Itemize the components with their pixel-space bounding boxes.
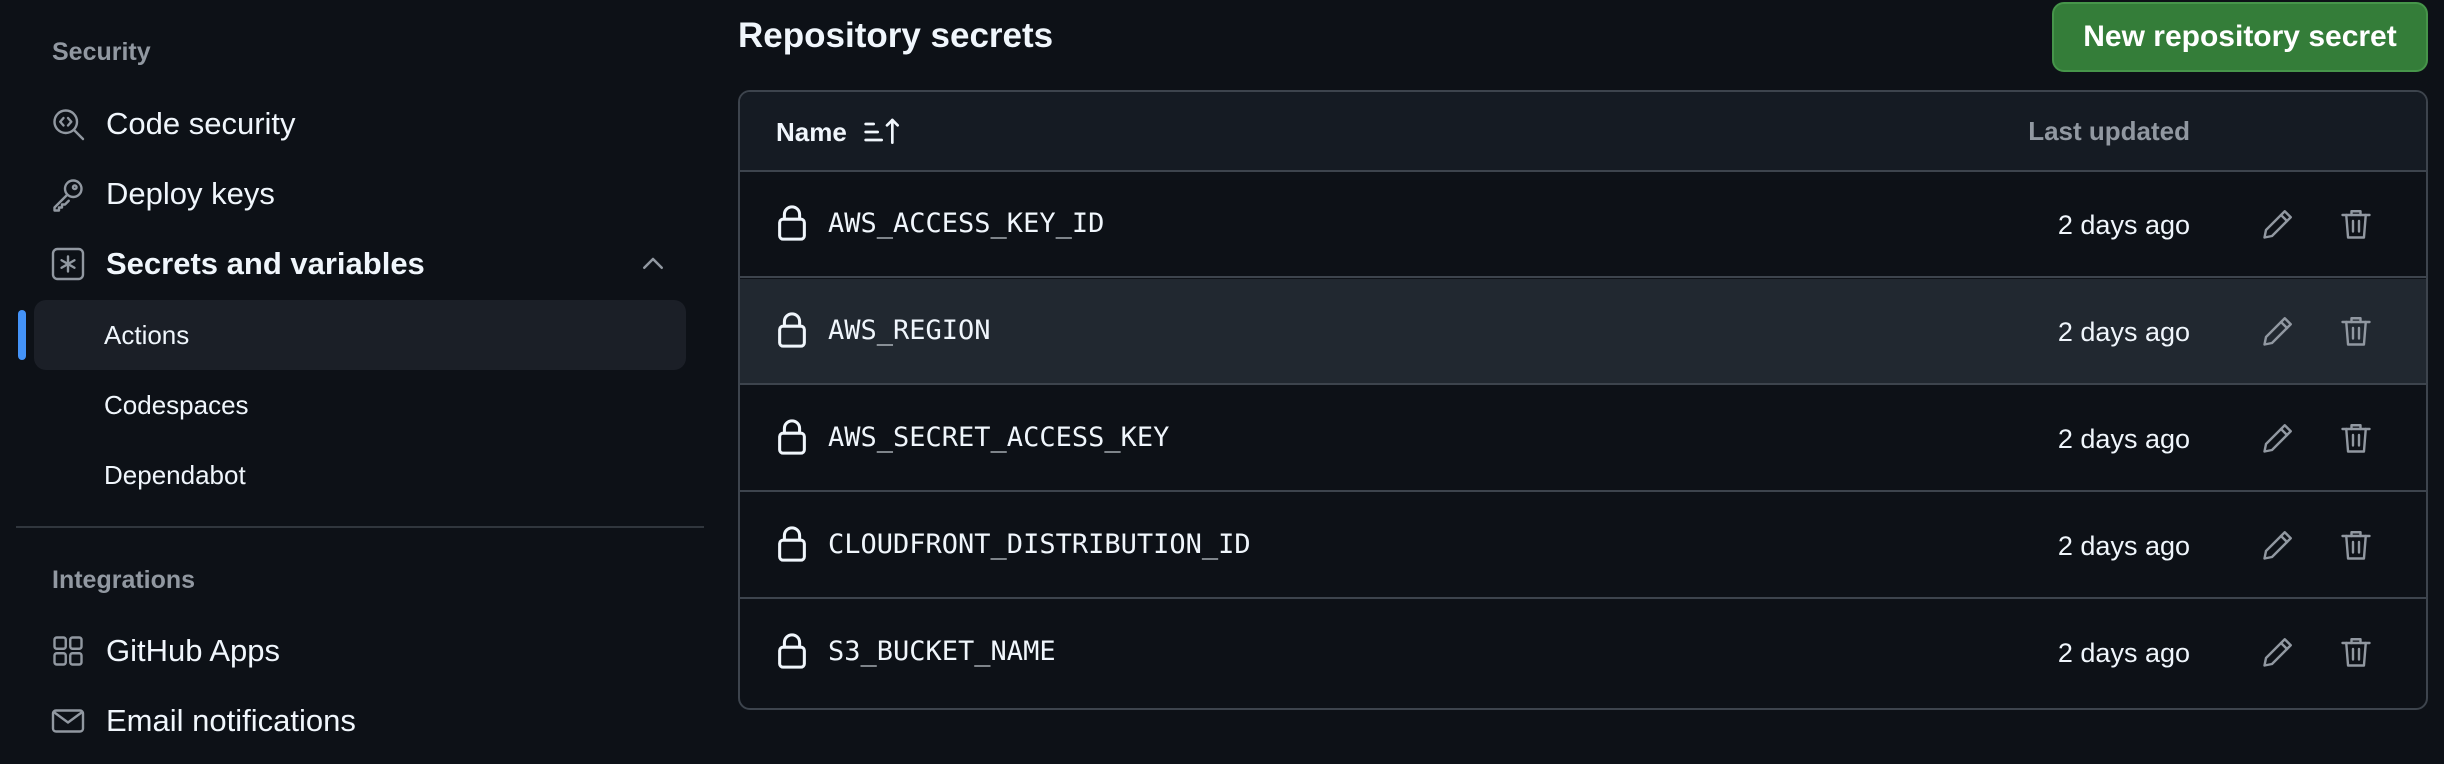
settings-sidebar: Security Code security Deploy keys Secre… (0, 0, 706, 764)
sidebar-item-github-apps[interactable]: GitHub Apps (34, 616, 686, 686)
asterisk-icon (50, 246, 86, 282)
column-header-last-updated: Last updated (2028, 116, 2190, 146)
column-header-label: Name (776, 116, 847, 147)
trash-icon[interactable] (2338, 206, 2374, 242)
sidebar-item-label: Code security (106, 106, 296, 141)
lock-icon (776, 632, 808, 670)
settings-page: Security Code security Deploy keys Secre… (0, 0, 2444, 764)
secrets-table: Name Last updated AWS_ACCESS_KEY_ID 2 day… (738, 90, 2428, 710)
mail-icon (50, 703, 86, 739)
lock-icon (776, 311, 808, 349)
table-row: CLOUDFRONT_DISTRIBUTION_ID 2 days ago (740, 493, 2426, 599)
integrations-section-heading: Integrations (52, 566, 196, 594)
last-updated: 2 days ago (2057, 638, 2190, 668)
last-updated: 2 days ago (2057, 424, 2190, 454)
sidebar-subitem-dependabot[interactable]: Dependabot (34, 440, 686, 510)
sidebar-divider (16, 526, 704, 528)
chevron-up-icon[interactable] (638, 249, 668, 279)
table-row: AWS_SECRET_ACCESS_KEY 2 days ago (740, 386, 2426, 492)
secret-name: S3_BUCKET_NAME (828, 636, 1056, 667)
key-icon (50, 176, 86, 212)
lock-icon (776, 418, 808, 456)
last-updated: 2 days ago (2057, 531, 2190, 561)
lock-icon (776, 204, 808, 242)
sidebar-subitem-label: Dependabot (104, 459, 246, 490)
sidebar-subitem-label: Actions (104, 319, 190, 350)
pencil-icon[interactable] (2260, 313, 2296, 349)
column-header-name[interactable]: Name (776, 116, 903, 148)
pencil-icon[interactable] (2260, 527, 2296, 563)
table-row: AWS_ACCESS_KEY_ID 2 days ago (740, 172, 2426, 278)
table-row: S3_BUCKET_NAME 2 days ago (740, 600, 2426, 706)
sidebar-item-label: Email notifications (106, 703, 356, 738)
table-row: AWS_REGION 2 days ago (740, 279, 2426, 385)
sidebar-item-code-security[interactable]: Code security (34, 89, 686, 159)
table-header: Name Last updated (740, 92, 2426, 172)
security-section-heading: Security (52, 38, 151, 66)
pencil-icon[interactable] (2260, 206, 2296, 242)
sidebar-item-label: GitHub Apps (106, 633, 281, 668)
page-title: Repository secrets (738, 16, 1054, 55)
sidebar-item-secrets-and-variables[interactable]: Secrets and variables (34, 229, 686, 299)
new-repository-secret-button[interactable]: New repository secret (2052, 2, 2428, 72)
sidebar-subitem-codespaces[interactable]: Codespaces (34, 370, 686, 440)
sidebar-item-deploy-keys[interactable]: Deploy keys (34, 159, 686, 229)
sidebar-item-label: Secrets and variables (106, 246, 425, 281)
sort-ascending-icon[interactable] (863, 116, 903, 148)
secret-name: AWS_SECRET_ACCESS_KEY (828, 422, 1170, 453)
secret-name: CLOUDFRONT_DISTRIBUTION_ID (828, 529, 1251, 560)
secret-name: AWS_REGION (828, 315, 991, 346)
lock-icon (776, 525, 808, 563)
pencil-icon[interactable] (2260, 634, 2296, 670)
sidebar-item-email-notifications[interactable]: Email notifications (34, 686, 686, 756)
trash-icon[interactable] (2338, 527, 2374, 563)
pencil-icon[interactable] (2260, 420, 2296, 456)
trash-icon[interactable] (2338, 634, 2374, 670)
active-indicator (18, 310, 26, 360)
trash-icon[interactable] (2338, 420, 2374, 456)
sidebar-item-label: Deploy keys (106, 176, 275, 211)
codescan-icon (50, 106, 86, 142)
apps-icon (50, 633, 86, 669)
last-updated: 2 days ago (2057, 317, 2190, 347)
trash-icon[interactable] (2338, 313, 2374, 349)
sidebar-subitem-actions[interactable]: Actions (34, 300, 686, 370)
secret-name: AWS_ACCESS_KEY_ID (828, 208, 1105, 239)
sidebar-subitem-label: Codespaces (104, 389, 249, 420)
last-updated: 2 days ago (2057, 210, 2190, 240)
